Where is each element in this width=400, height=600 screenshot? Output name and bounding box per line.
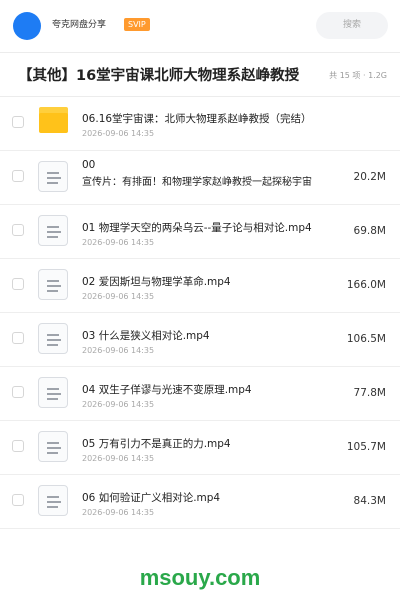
list-item[interactable]: 04 双生子佯谬与光速不变原理.mp4 2026-09-06 14:35 77.… [0,367,400,421]
file-name[interactable]: 03 什么是狭义相对论.mp4 [82,329,210,343]
file-date: 2026-09-06 14:35 [82,400,155,409]
avatar[interactable] [13,12,41,40]
file-size: 84.3M [353,495,386,507]
document-icon [38,269,68,300]
select-checkbox[interactable] [12,278,24,290]
file-name[interactable]: 02 爱因斯坦与物理学革命.mp4 [82,275,231,289]
file-size: 106.5M [346,333,386,345]
document-icon [38,161,68,192]
file-size: 20.2M [353,171,386,183]
search-placeholder: 搜索 [342,20,361,30]
file-size: 77.8M [353,387,386,399]
select-checkbox[interactable] [12,116,24,128]
file-name[interactable]: 04 双生子佯谬与光速不变原理.mp4 [82,383,252,397]
search-input[interactable]: 搜索 [316,12,388,39]
document-icon [38,215,68,246]
file-date: 2026-09-06 14:35 [82,238,155,247]
file-size: 69.8M [353,225,386,237]
file-name[interactable]: 06.16堂宇宙课：北师大物理系赵峥教授（完结） [82,112,312,126]
file-date: 2026-09-06 14:35 [82,129,155,138]
select-checkbox[interactable] [12,494,24,506]
file-date: 2026-09-06 14:35 [82,508,155,517]
file-name[interactable]: 00 [82,158,95,172]
file-description: 宣传片：有排面！和物理学家赵峥教授一起探秘宇宙 [82,177,312,188]
select-checkbox[interactable] [12,170,24,182]
folder-meta: 共 15 项 · 1.2G [329,71,387,80]
select-checkbox[interactable] [12,386,24,398]
list-item[interactable]: 02 爱因斯坦与物理学革命.mp4 2026-09-06 14:35 166.0… [0,259,400,313]
file-size: 105.7M [346,441,386,453]
document-icon [38,377,68,408]
document-icon [38,431,68,462]
document-icon [38,323,68,354]
top-header: 夸克网盘分享 SVIP 搜索 [0,0,400,53]
list-item[interactable]: 05 万有引力不是真正的力.mp4 2026-09-06 14:35 105.7… [0,421,400,475]
select-checkbox[interactable] [12,440,24,452]
list-item-folder[interactable]: 06.16堂宇宙课：北师大物理系赵峥教授（完结） 2026-09-06 14:3… [0,97,400,151]
file-name[interactable]: 06 如何验证广义相对论.mp4 [82,491,220,505]
list-item[interactable]: 00 宣传片：有排面！和物理学家赵峥教授一起探秘宇宙 20.2M [0,151,400,205]
vip-badge: SVIP [124,18,150,31]
select-checkbox[interactable] [12,224,24,236]
list-item[interactable]: 06 如何验证广义相对论.mp4 2026-09-06 14:35 84.3M [0,475,400,529]
file-date: 2026-09-06 14:35 [82,454,155,463]
watermark: msouy.com [139,565,261,590]
select-checkbox[interactable] [12,332,24,344]
file-size: 166.0M [346,279,386,291]
list-item[interactable]: 03 什么是狭义相对论.mp4 2026-09-06 14:35 106.5M [0,313,400,367]
app-name: 夸克网盘分享 [52,20,107,30]
file-date: 2026-09-06 14:35 [82,292,155,301]
list-item[interactable]: 01 物理学天空的两朵乌云--量子论与相对论.mp4 2026-09-06 14… [0,205,400,259]
file-date: 2026-09-06 14:35 [82,346,155,355]
document-icon [38,485,68,516]
file-list: 06.16堂宇宙课：北师大物理系赵峥教授（完结） 2026-09-06 14:3… [0,97,400,529]
file-name[interactable]: 01 物理学天空的两朵乌云--量子论与相对论.mp4 [82,221,312,235]
folder-title: 【其他】16堂宇宙课北师大物理系赵峥教授 [18,68,300,84]
file-name[interactable]: 05 万有引力不是真正的力.mp4 [82,437,231,451]
folder-icon [39,107,68,133]
